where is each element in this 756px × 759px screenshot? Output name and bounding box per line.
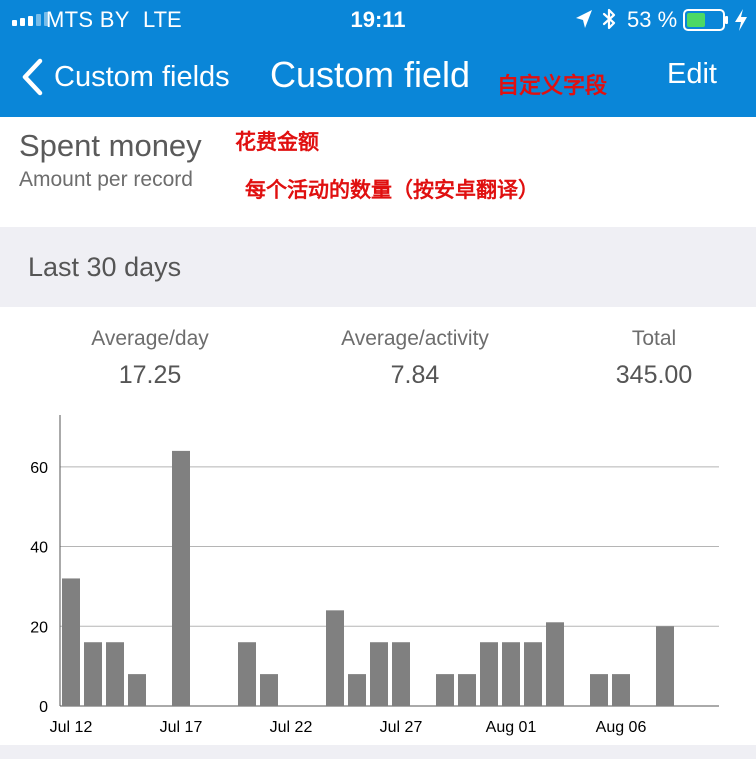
x-tick-label: Aug 01 bbox=[486, 719, 537, 736]
chart-canvas: 0 20 40 60 Jul 12 Jul 17 Jul 22 Jul 27 Aug 01 Aug… bbox=[30, 415, 719, 736]
field-header: Spent money 花费金额 Amount per record 每个活动的… bbox=[0, 117, 756, 227]
spending-bar-chart: 0 20 40 60 Jul 12 Jul 17 Jul 22 Jul 27 Aug 01 Aug… bbox=[0, 397, 756, 759]
bar bbox=[62, 578, 80, 706]
stat-value: 345.00 bbox=[615, 361, 693, 389]
status-bar: MTS BY LTE 19:11 53 % bbox=[0, 0, 756, 40]
bar bbox=[370, 642, 388, 706]
period-title: Last 30 days bbox=[28, 252, 182, 282]
stat-label: Total bbox=[631, 327, 677, 350]
bar bbox=[128, 674, 146, 706]
x-tick-label: Jul 17 bbox=[160, 719, 203, 736]
bar bbox=[436, 674, 454, 706]
period-section-header: Last 30 days bbox=[0, 227, 756, 307]
bar bbox=[546, 622, 564, 706]
stat-value: 17.25 bbox=[118, 361, 182, 389]
x-tick-label: Jul 27 bbox=[380, 719, 423, 736]
back-button[interactable]: Custom fields bbox=[20, 56, 230, 98]
field-name-annotation: 花费金额 bbox=[235, 130, 319, 154]
bar bbox=[106, 642, 124, 706]
bar bbox=[590, 674, 608, 706]
field-description-annotation: 每个活动的数量（按安卓翻译） bbox=[245, 178, 539, 202]
location-arrow-icon bbox=[576, 10, 592, 28]
stat-average-day: Average/day 17.25 bbox=[70, 327, 230, 390]
x-tick-label: Aug 06 bbox=[596, 719, 647, 736]
bar bbox=[84, 642, 102, 706]
bar bbox=[326, 610, 344, 706]
field-name: Spent money bbox=[19, 128, 202, 163]
stats-row: Average/day 17.25 Average/activity 7.84 … bbox=[0, 307, 756, 397]
back-button-label: Custom fields bbox=[54, 60, 230, 93]
field-description: Amount per record bbox=[19, 168, 193, 191]
y-tick-label: 40 bbox=[30, 540, 48, 557]
battery-icon bbox=[683, 9, 728, 31]
bar bbox=[524, 642, 542, 706]
bar bbox=[656, 626, 674, 706]
x-tick-label: Jul 22 bbox=[270, 719, 313, 736]
y-tick-label: 60 bbox=[30, 460, 48, 477]
battery-percent: 53 % bbox=[627, 7, 678, 32]
bottom-divider bbox=[0, 745, 756, 759]
bar bbox=[480, 642, 498, 706]
y-tick-label: 0 bbox=[39, 699, 48, 716]
x-tick-label: Jul 12 bbox=[50, 719, 93, 736]
bar bbox=[458, 674, 476, 706]
bar bbox=[612, 674, 630, 706]
navigation-bar: Custom fields Custom field 自定义字段 Edit bbox=[0, 40, 756, 117]
bar bbox=[260, 674, 278, 706]
stat-average-activity: Average/activity 7.84 bbox=[315, 327, 515, 390]
bar bbox=[392, 642, 410, 706]
page-title: Custom field bbox=[270, 54, 471, 95]
y-tick-label: 20 bbox=[30, 619, 48, 636]
stat-label: Average/day bbox=[91, 327, 209, 350]
stat-label: Average/activity bbox=[341, 327, 489, 350]
bar bbox=[502, 642, 520, 706]
title-annotation: 自定义字段 bbox=[497, 74, 608, 99]
bluetooth-icon bbox=[602, 8, 616, 30]
chevron-left-icon bbox=[22, 58, 43, 96]
top-bar: MTS BY LTE 19:11 53 % Custom fields Cust… bbox=[0, 0, 756, 117]
bar bbox=[238, 642, 256, 706]
edit-button[interactable]: Edit bbox=[667, 58, 717, 91]
stat-total: Total 345.00 bbox=[594, 327, 714, 390]
bar bbox=[172, 450, 190, 706]
stat-value: 7.84 bbox=[390, 361, 440, 389]
charging-bolt-icon bbox=[735, 9, 747, 31]
bar bbox=[348, 674, 366, 706]
